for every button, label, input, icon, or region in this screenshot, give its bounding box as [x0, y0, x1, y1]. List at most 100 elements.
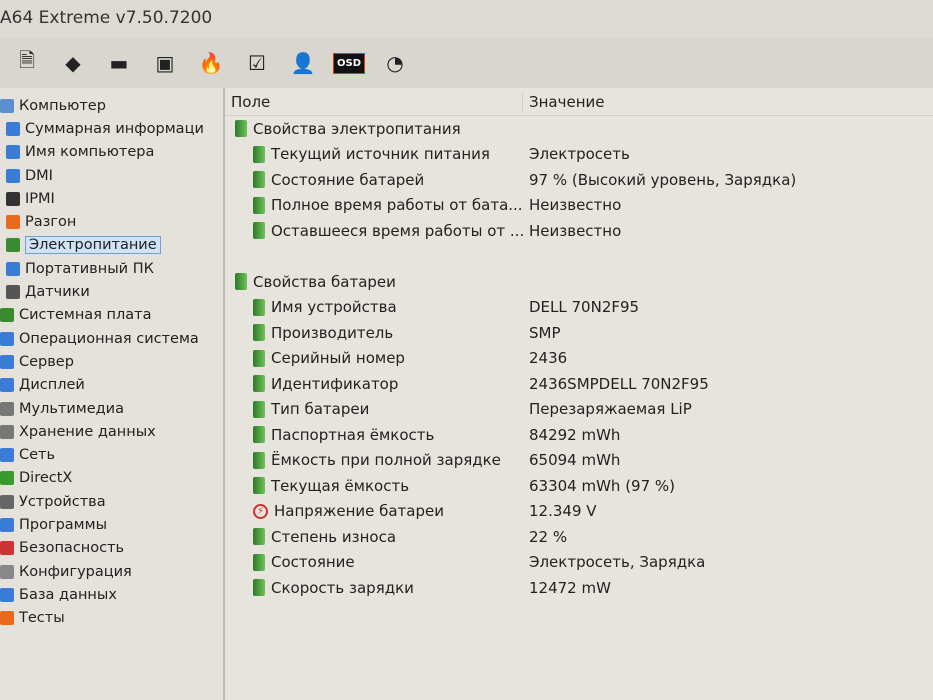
battery-icon	[253, 171, 265, 189]
memory-icon: ▬	[109, 51, 129, 75]
value-cell: 12.349 V	[529, 502, 597, 521]
tree-item[interactable]: Сервер	[0, 350, 223, 373]
field-label: Паспортная ёмкость	[271, 425, 435, 444]
tree-item[interactable]: Системная плата	[0, 304, 223, 327]
battery-icon	[253, 579, 265, 597]
battery-icon	[253, 553, 265, 571]
tree-item-label: Датчики	[25, 284, 90, 301]
property-row[interactable]: Тип батареи Перезаряжаемая LiP	[225, 397, 933, 423]
field-cell: Степень износа	[225, 528, 523, 546]
tree-item[interactable]: Портативный ПК	[0, 257, 223, 280]
cpu-button[interactable]: ◆	[50, 46, 96, 80]
tree-item-label: Системная плата	[19, 307, 152, 324]
tree-item[interactable]: Сеть	[0, 443, 223, 466]
tree-item[interactable]: Хранение данных	[0, 420, 223, 443]
property-row[interactable]: Производитель SMP	[225, 320, 933, 346]
tree-item[interactable]: Безопасность	[0, 537, 223, 560]
tree-item[interactable]: DMI	[0, 164, 223, 187]
field-label: Степень износа	[271, 527, 397, 546]
tree-item-icon	[0, 378, 14, 393]
tree-item[interactable]: Разгон	[0, 210, 223, 233]
tree-item-icon	[0, 541, 14, 556]
property-row[interactable]: Степень износа 22 %	[225, 524, 933, 550]
section-row[interactable]	[225, 244, 933, 270]
tree-item[interactable]: База данных	[0, 583, 223, 606]
battery-icon	[235, 120, 247, 138]
property-row[interactable]: Скорость зарядки 12472 mW	[225, 575, 933, 601]
property-row[interactable]: Паспортная ёмкость 84292 mWh	[225, 422, 933, 448]
field-cell: Имя устройства	[225, 298, 523, 316]
field-label: Текущая ёмкость	[271, 476, 410, 495]
field-label: Оставшееся время работы от ...	[271, 221, 523, 240]
tree-item-icon	[6, 145, 20, 160]
section-row[interactable]: Свойства батареи	[225, 269, 933, 295]
config-button[interactable]: ☑	[234, 46, 280, 80]
value-cell: 65094 mWh	[529, 451, 621, 470]
osd-button[interactable]: OSD	[326, 46, 372, 80]
battery-icon	[253, 324, 265, 342]
tree-item[interactable]: Суммарная информаци	[0, 117, 223, 140]
column-field[interactable]: Поле	[225, 92, 523, 111]
tree-item[interactable]: Датчики	[0, 280, 223, 303]
field-cell: Состояние батарей	[225, 171, 523, 189]
report-button[interactable]: 🗎	[4, 46, 50, 80]
property-row[interactable]: Идентификатор 2436SMPDELL 70N2F95	[225, 371, 933, 397]
motherboard-button[interactable]: ▣	[142, 46, 188, 80]
battery-icon	[253, 145, 265, 163]
tree-item-icon	[6, 215, 20, 230]
value-cell: 22 %	[529, 527, 568, 546]
property-row[interactable]: Серийный номер 2436	[225, 346, 933, 372]
property-row[interactable]: Оставшееся время работы от ... Неизвестно	[225, 218, 933, 244]
gauge-button[interactable]: ◔	[372, 46, 418, 80]
tree-item-icon	[0, 401, 14, 416]
navigation-tree[interactable]: Компьютер Суммарная информаци Имя компьюте…	[0, 88, 225, 700]
tree-item[interactable]: Электропитание	[0, 234, 223, 257]
tree-item[interactable]: Программы	[0, 513, 223, 536]
tree-item-label: Мультимедиа	[19, 400, 124, 417]
tree-item-label: Суммарная информаци	[25, 120, 204, 137]
property-row[interactable]: Полное время работы от бата... Неизвестно	[225, 193, 933, 219]
user-button[interactable]: 👤	[280, 46, 326, 80]
property-row[interactable]: ⚡ Напряжение батареи 12.349 V	[225, 499, 933, 525]
field-label: Полное время работы от бата...	[271, 196, 523, 215]
tree-item[interactable]: Имя компьютера	[0, 141, 223, 164]
tree-item[interactable]: Мультимедиа	[0, 397, 223, 420]
property-row[interactable]: Текущая ёмкость 63304 mWh (97 %)	[225, 473, 933, 499]
tree-item-icon	[0, 354, 14, 369]
field-cell: Свойства электропитания	[225, 120, 523, 138]
tree-item-icon	[6, 285, 20, 300]
section-row[interactable]: Свойства электропитания	[225, 116, 933, 142]
field-cell: Состояние	[225, 553, 523, 571]
field-label: Производитель	[271, 323, 394, 342]
tree-item-label: Портативный ПК	[25, 260, 154, 277]
value-cell: 2436	[529, 349, 568, 368]
tree-item-label: Дисплей	[19, 377, 85, 394]
property-row[interactable]: Имя устройства DELL 70N2F95	[225, 295, 933, 321]
property-row[interactable]: Текущий источник питания Электросеть	[225, 142, 933, 168]
tree-item[interactable]: Конфигурация	[0, 560, 223, 583]
user-icon: 👤	[290, 51, 316, 75]
tree-item-icon	[6, 121, 20, 136]
column-header: Поле Значение	[225, 88, 933, 116]
tree-item[interactable]: Операционная система	[0, 327, 223, 350]
tree-item[interactable]: Компьютер	[0, 94, 223, 117]
memory-button[interactable]: ▬	[96, 46, 142, 80]
field-cell: Паспортная ёмкость	[225, 426, 523, 444]
tree-item[interactable]: DirectX	[0, 467, 223, 490]
tree-item[interactable]: IPMI	[0, 187, 223, 210]
tree-item-icon	[6, 191, 20, 206]
overclock-button[interactable]: 🔥	[188, 46, 234, 80]
tree-item[interactable]: Тесты	[0, 607, 223, 630]
tree-item[interactable]: Дисплей	[0, 374, 223, 397]
tree-item-icon	[0, 331, 14, 346]
tree-item-label: База данных	[19, 586, 117, 603]
field-label: Текущий источник питания	[271, 145, 490, 164]
battery-icon	[253, 349, 265, 367]
property-row[interactable]: Состояние батарей 97 % (Высокий уровень, …	[225, 167, 933, 193]
field-label: Состояние батарей	[271, 170, 425, 189]
tree-item[interactable]: Устройства	[0, 490, 223, 513]
column-value[interactable]: Значение	[523, 93, 605, 111]
property-row[interactable]: Ёмкость при полной зарядке 65094 mWh	[225, 448, 933, 474]
value-cell: 63304 mWh (97 %)	[529, 476, 676, 495]
property-row[interactable]: Состояние Электросеть, Зарядка	[225, 550, 933, 576]
